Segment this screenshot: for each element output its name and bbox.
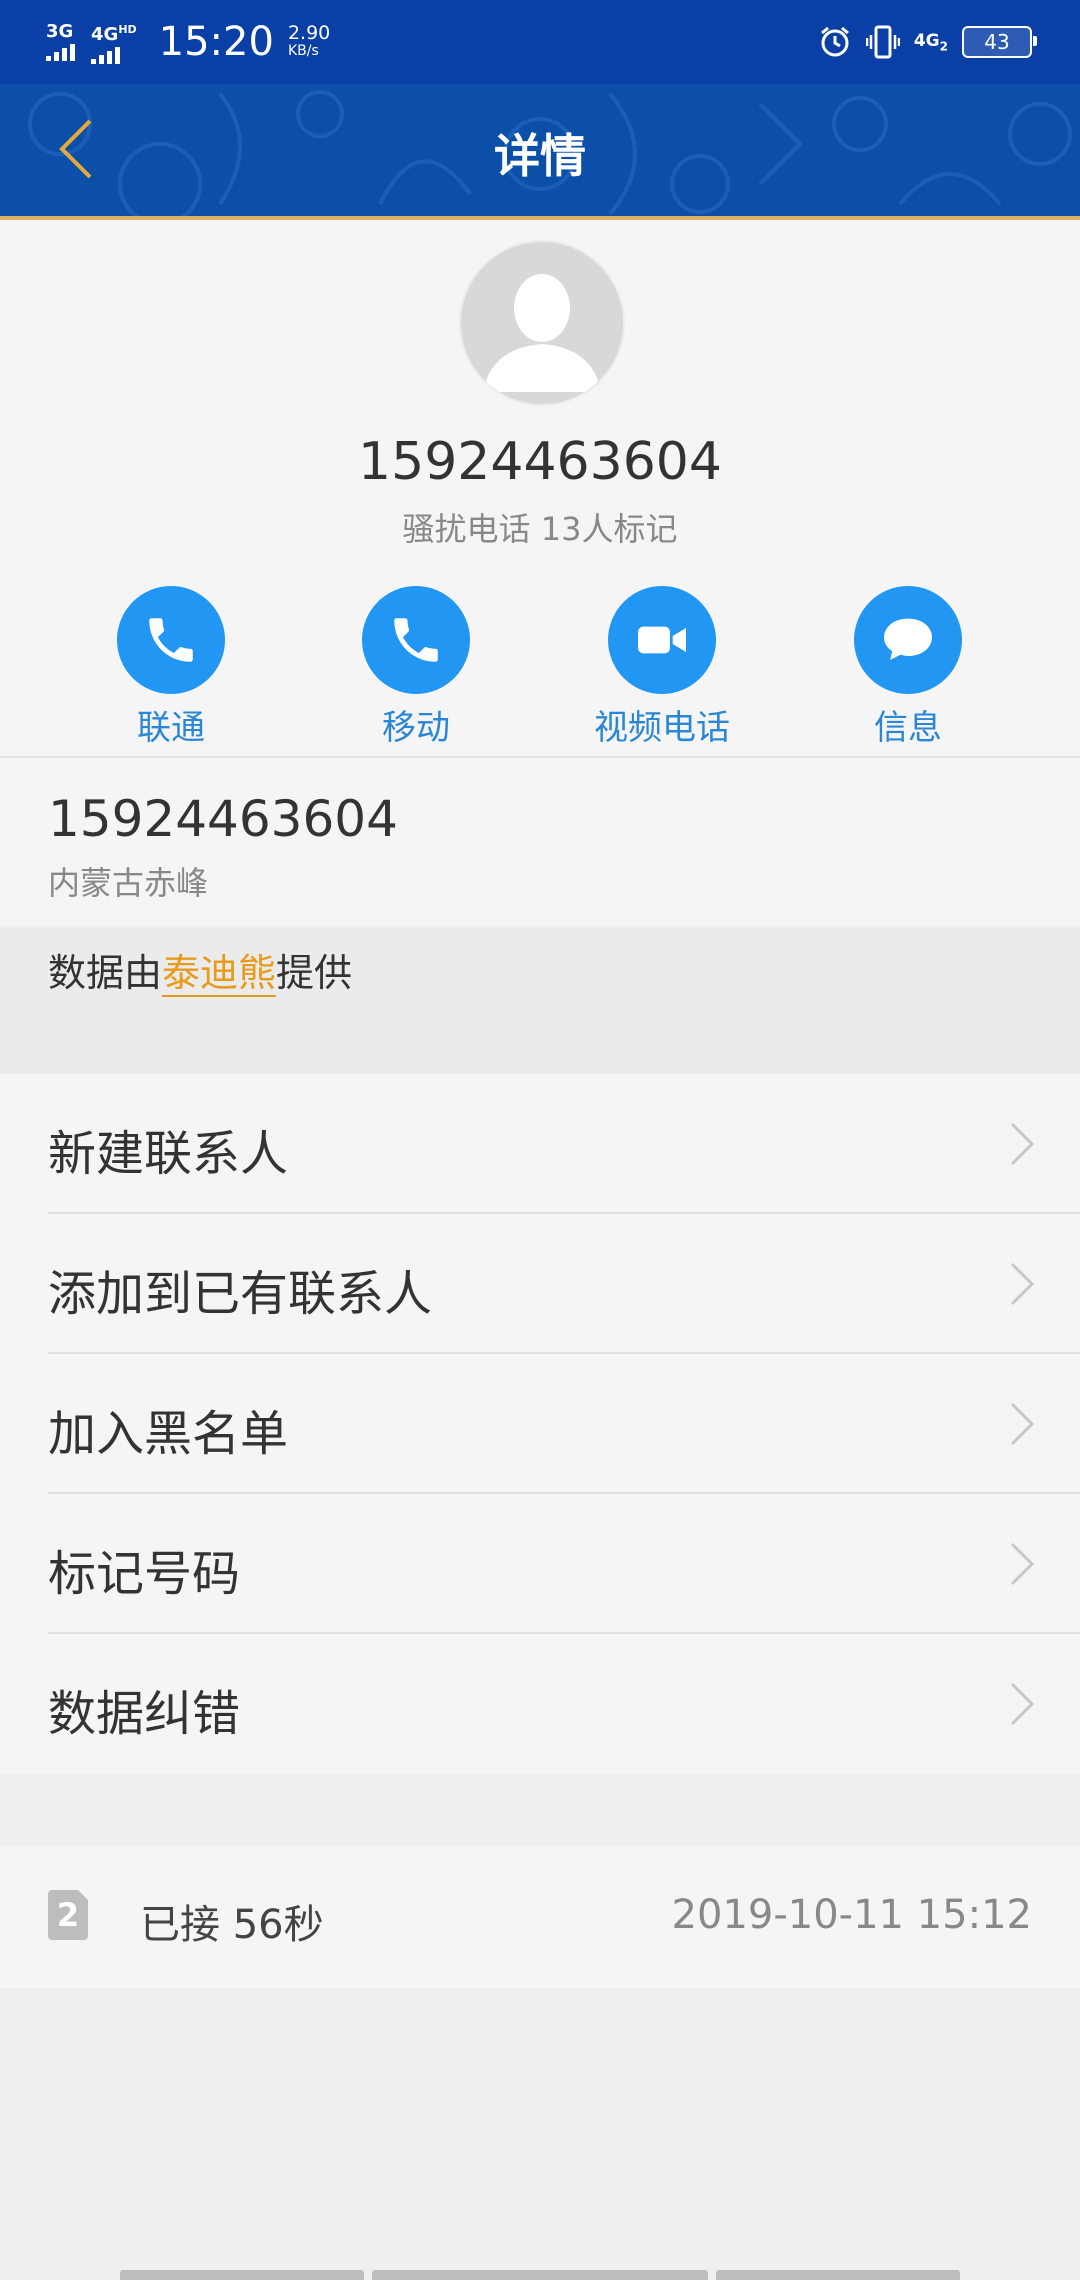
menu-item-new-contact[interactable]: 新建联系人: [0, 1074, 1080, 1214]
call-unicom-button[interactable]: 联通: [71, 586, 271, 749]
network-type-label: 4G: [913, 30, 940, 51]
chevron-right-icon: [1010, 1402, 1035, 1446]
call-mobile-button[interactable]: 移动: [316, 586, 516, 749]
app-header: 详情: [0, 84, 1080, 220]
signal-bars-icon: [91, 46, 120, 64]
hd-label: HD: [118, 22, 137, 36]
menu-item-label: 添加到已有联系人: [48, 1266, 433, 1322]
provider-brand-link[interactable]: 泰迪熊: [162, 951, 277, 997]
status-right: 4G2 43: [818, 18, 1037, 66]
video-icon: [638, 626, 686, 654]
signal-4g-icon: 4G2: [914, 31, 948, 53]
sim-number: 2: [56, 1896, 80, 1934]
provider-suffix: 提供: [276, 951, 353, 995]
menu-item-label: 数据纠错: [48, 1686, 241, 1742]
action-label: 联通: [137, 708, 205, 748]
chevron-right-icon: [1010, 1682, 1035, 1726]
action-row: 联通 移动 视频电话 信息: [0, 586, 1080, 749]
page-title: 详情: [494, 129, 586, 183]
speed-unit: KB/s: [287, 43, 319, 59]
speed-value: 2.90: [287, 22, 331, 44]
chevron-right-icon: [1010, 1262, 1035, 1306]
data-provider-line: 数据由泰迪熊提供: [48, 942, 352, 997]
profile-section: 15924463604 骚扰电话 13人标记 联通 移动 视频电话 信息: [0, 220, 1080, 756]
nav-hint-left: [120, 2270, 364, 2280]
menu-item-label: 加入黑名单: [48, 1406, 289, 1462]
network-type-label: 4G: [91, 23, 119, 45]
menu-item-blacklist[interactable]: 加入黑名单: [0, 1354, 1080, 1494]
status-bar: 3G 4GHD 15:20 2.90 KB/s 4G2 43: [0, 0, 1080, 84]
sim-card-icon: 2: [48, 1890, 88, 1940]
menu-item-data-correction[interactable]: 数据纠错: [0, 1634, 1080, 1774]
menu-item-add-existing[interactable]: 添加到已有联系人: [0, 1214, 1080, 1354]
nav-hint-home: [372, 2270, 708, 2280]
spam-tag-line: 骚扰电话 13人标记: [402, 510, 678, 548]
phone-number: 15924463604: [358, 432, 722, 492]
action-label: 移动: [382, 708, 450, 748]
battery-icon: 43: [962, 26, 1037, 58]
status-time: 15:20: [158, 19, 274, 65]
action-menu: 新建联系人 添加到已有联系人 加入黑名单 标记号码 数据纠错: [0, 1074, 1080, 1774]
call-status: 已接 56秒: [140, 1902, 324, 1948]
data-provider-section: 数据由泰迪熊提供: [0, 928, 1080, 1073]
action-label: 信息: [874, 708, 942, 748]
sim-index-label: 2: [939, 39, 948, 54]
message-icon: [884, 618, 932, 660]
video-call-button[interactable]: 视频电话: [562, 586, 762, 749]
default-avatar-icon: [459, 240, 625, 406]
signal-4g: 4GHD: [91, 21, 137, 64]
menu-item-mark-number[interactable]: 标记号码: [0, 1494, 1080, 1634]
number-info[interactable]: 15924463604 内蒙古赤峰: [0, 758, 1080, 926]
signal-bars-icon: [46, 43, 75, 61]
chevron-right-icon: [1010, 1122, 1035, 1166]
call-log-entry[interactable]: 2 已接 56秒 2019-10-11 15:12: [0, 1846, 1080, 1988]
number-location: 内蒙古赤峰: [48, 864, 209, 902]
status-left: 3G 4GHD 15:20 2.90 KB/s: [46, 16, 330, 68]
phone-icon: [149, 618, 193, 662]
phone-icon: [394, 618, 438, 662]
menu-item-label: 标记号码: [48, 1546, 241, 1602]
vibrate-icon: [865, 23, 900, 61]
provider-prefix: 数据由: [48, 951, 163, 995]
signal-3g: 3G: [46, 23, 75, 61]
nav-hint-right: [716, 2270, 960, 2280]
number-detail: 15924463604: [48, 790, 398, 848]
alarm-icon: [818, 25, 852, 59]
network-type-label: 3G: [46, 21, 74, 42]
battery-level: 43: [984, 30, 1010, 54]
menu-item-label: 新建联系人: [48, 1126, 289, 1182]
message-button[interactable]: 信息: [808, 586, 1008, 749]
network-speed: 2.90 KB/s: [288, 24, 330, 60]
chevron-right-icon: [1010, 1542, 1035, 1586]
call-timestamp: 2019-10-11 15:12: [671, 1892, 1032, 1938]
action-label: 视频电话: [594, 708, 730, 748]
